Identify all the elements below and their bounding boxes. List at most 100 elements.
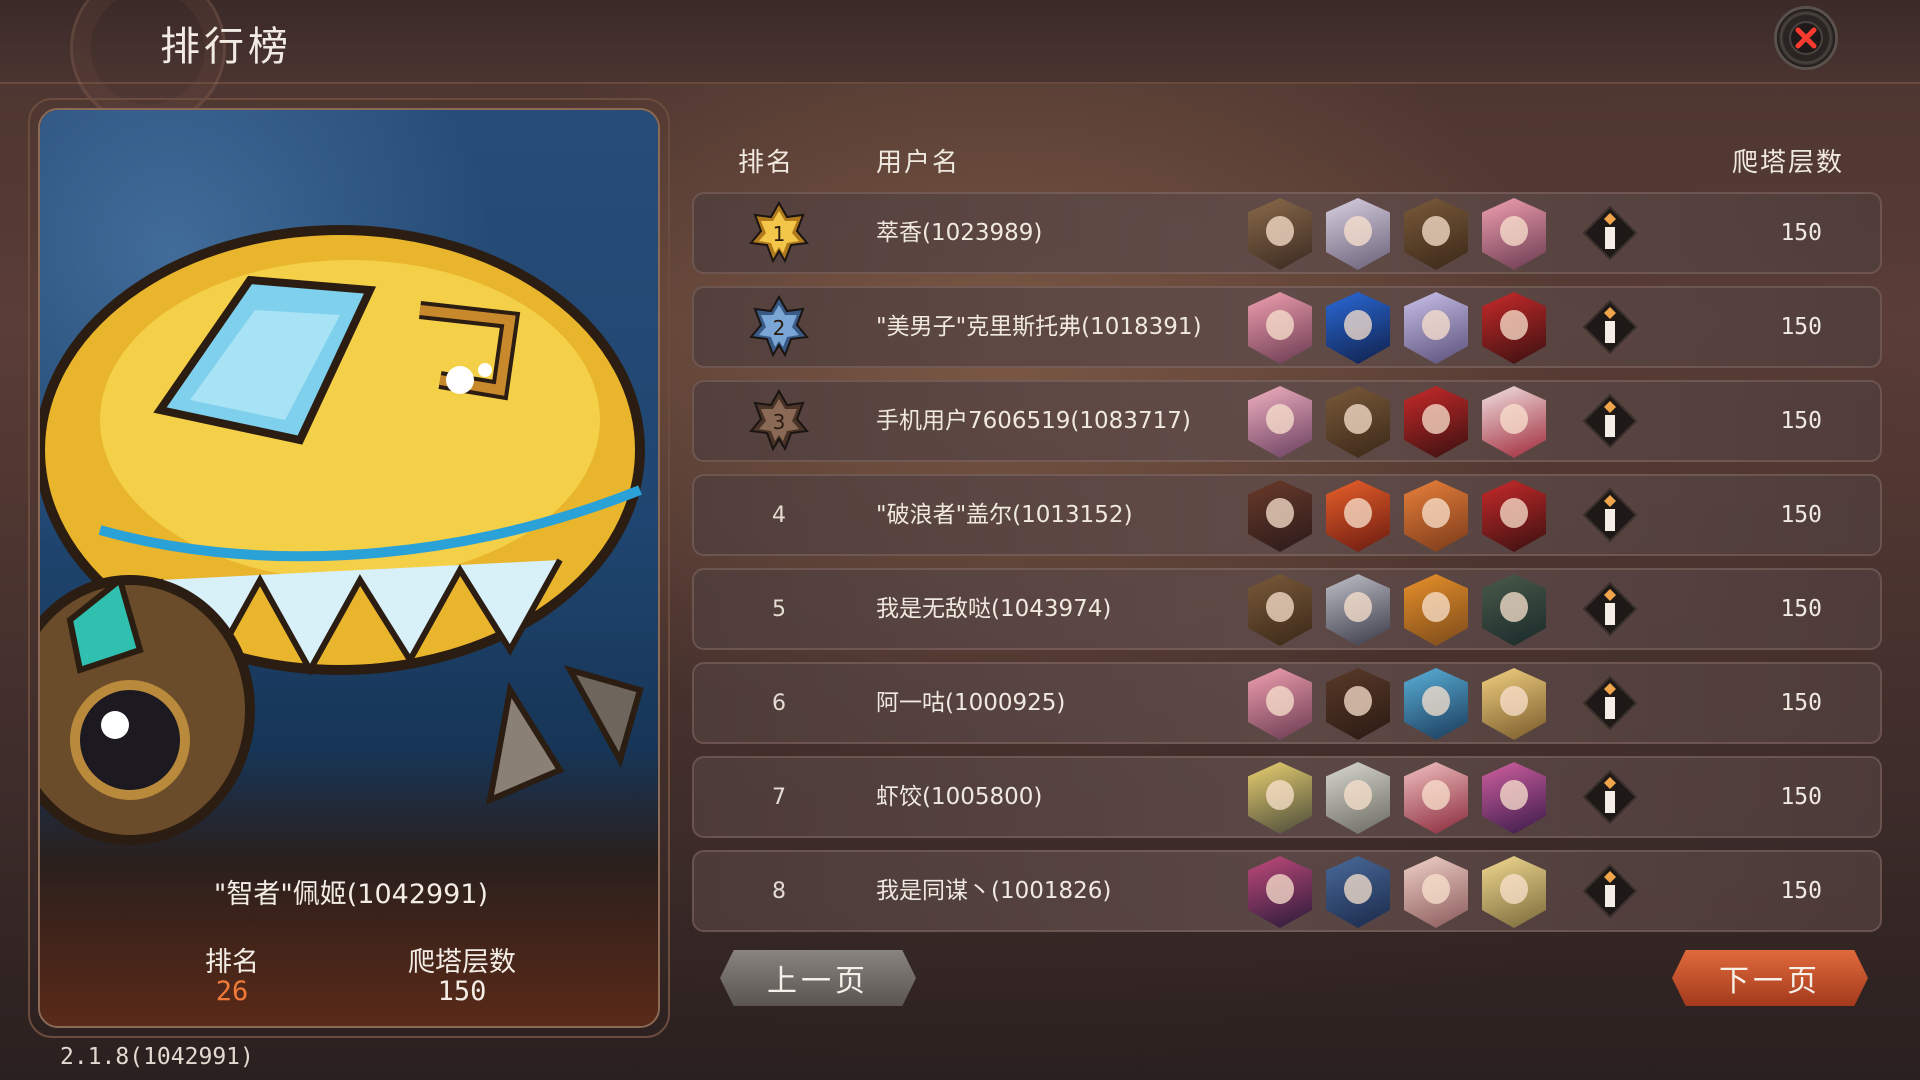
info-icon	[1582, 675, 1638, 731]
team-avatars	[1248, 386, 1546, 458]
hero-avatar	[1326, 668, 1390, 740]
golden-beetle-monster-image	[40, 225, 645, 845]
info-icon	[1582, 393, 1638, 449]
hero-avatar	[1482, 762, 1546, 834]
rank-number: 5	[772, 596, 786, 622]
my-floors-label: 爬塔层数	[408, 947, 516, 978]
rank-cell: 1	[734, 194, 824, 272]
info-icon	[1582, 205, 1638, 261]
info-button[interactable]	[1582, 393, 1638, 449]
my-rank-label: 排名	[205, 947, 259, 978]
info-button[interactable]	[1582, 863, 1638, 919]
hero-avatar	[1482, 386, 1546, 458]
star-medal-icon: 2	[749, 295, 809, 358]
username: 我是无敌哒(1043974)	[876, 596, 1112, 622]
hero-avatar	[1248, 198, 1312, 270]
username: "美男子"克里斯托弗(1018391)	[876, 314, 1202, 340]
username: "破浪者"盖尔(1013152)	[876, 502, 1133, 528]
next-page-button[interactable]: 下一页	[1672, 950, 1868, 1006]
star-medal-icon: 3	[749, 389, 809, 452]
star-medal-icon: 1	[749, 201, 809, 264]
hero-avatar	[1404, 574, 1468, 646]
rank-number: 7	[772, 784, 786, 810]
hero-avatar	[1326, 856, 1390, 928]
username: 虾饺(1005800)	[876, 784, 1043, 810]
floors-value: 150	[1780, 690, 1822, 716]
floors-value: 150	[1780, 220, 1822, 246]
version-text: 2.1.8(1042991)	[60, 1044, 254, 1070]
rank-number: 8	[772, 878, 786, 904]
column-header-floors: 爬塔层数	[1732, 148, 1845, 178]
hero-avatar	[1326, 480, 1390, 552]
floors-value: 150	[1780, 502, 1822, 528]
my-floors-value: 150	[437, 976, 487, 1007]
team-avatars	[1248, 292, 1546, 364]
info-icon	[1582, 769, 1638, 825]
table-row[interactable]: 7 虾饺(1005800) 150	[692, 756, 1882, 838]
floors-value: 150	[1780, 596, 1822, 622]
rank-number: 2	[773, 316, 786, 340]
info-button[interactable]	[1582, 581, 1638, 637]
floors-value: 150	[1780, 784, 1822, 810]
table-row[interactable]: 5 我是无敌哒(1043974) 150	[692, 568, 1882, 650]
hero-avatar	[1248, 574, 1312, 646]
hero-avatar	[1482, 480, 1546, 552]
info-button[interactable]	[1582, 487, 1638, 543]
info-button[interactable]	[1582, 769, 1638, 825]
team-avatars	[1248, 198, 1546, 270]
rank-cell: 2	[734, 288, 824, 366]
prev-page-button[interactable]: 上一页	[720, 950, 916, 1006]
rank-number: 6	[772, 690, 786, 716]
table-row[interactable]: 6 阿一咕(1000925) 150	[692, 662, 1882, 744]
rank-number: 1	[773, 222, 786, 246]
hero-avatar	[1482, 292, 1546, 364]
info-button[interactable]	[1582, 299, 1638, 355]
team-avatars	[1248, 668, 1546, 740]
team-avatars	[1248, 574, 1546, 646]
hero-avatar	[1326, 198, 1390, 270]
info-icon	[1582, 581, 1638, 637]
column-header-username: 用户名	[876, 148, 961, 178]
hero-avatar	[1404, 198, 1468, 270]
floors-value: 150	[1780, 408, 1822, 434]
hero-avatar	[1404, 292, 1468, 364]
hero-avatar	[1482, 856, 1546, 928]
hero-avatar	[1482, 668, 1546, 740]
floors-value: 150	[1780, 314, 1822, 340]
team-avatars	[1248, 856, 1546, 928]
rank-number: 4	[772, 502, 786, 528]
hero-avatar	[1326, 574, 1390, 646]
hero-avatar	[1404, 386, 1468, 458]
table-row[interactable]: 4 "破浪者"盖尔(1013152) 150	[692, 474, 1882, 556]
table-row[interactable]: 1 萃香(1023989) 150	[692, 192, 1882, 274]
hero-avatar	[1248, 856, 1312, 928]
rank-cell: 3	[734, 382, 824, 460]
player-card: "智者"佩姬(1042991) 排名 爬塔层数 26 150	[38, 108, 660, 1028]
close-button[interactable]	[1774, 6, 1838, 70]
player-name: "智者"佩姬(1042991)	[213, 879, 489, 910]
rank-cell: 5	[734, 570, 824, 648]
info-button[interactable]	[1582, 675, 1638, 731]
team-avatars	[1248, 480, 1546, 552]
floors-value: 150	[1780, 878, 1822, 904]
rank-cell: 8	[734, 852, 824, 930]
hero-avatar	[1482, 574, 1546, 646]
hero-avatar	[1404, 762, 1468, 834]
column-header-rank: 排名	[738, 148, 795, 178]
hero-avatar	[1248, 386, 1312, 458]
username: 我是同谋丶(1001826)	[876, 878, 1112, 904]
team-avatars	[1248, 762, 1546, 834]
rank-cell: 6	[734, 664, 824, 742]
hero-avatar	[1404, 480, 1468, 552]
table-row[interactable]: 8 我是同谋丶(1001826) 150	[692, 850, 1882, 932]
table-row[interactable]: 2 "美男子"克里斯托弗(1018391) 150	[692, 286, 1882, 368]
username: 手机用户7606519(1083717)	[876, 408, 1191, 434]
rank-number: 3	[773, 410, 786, 434]
info-button[interactable]	[1582, 205, 1638, 261]
top-bar: 排行榜	[0, 0, 1920, 126]
table-row[interactable]: 3 手机用户7606519(1083717) 150	[692, 380, 1882, 462]
info-icon	[1582, 863, 1638, 919]
hero-avatar	[1404, 668, 1468, 740]
close-icon	[1789, 21, 1823, 55]
hero-avatar	[1248, 762, 1312, 834]
